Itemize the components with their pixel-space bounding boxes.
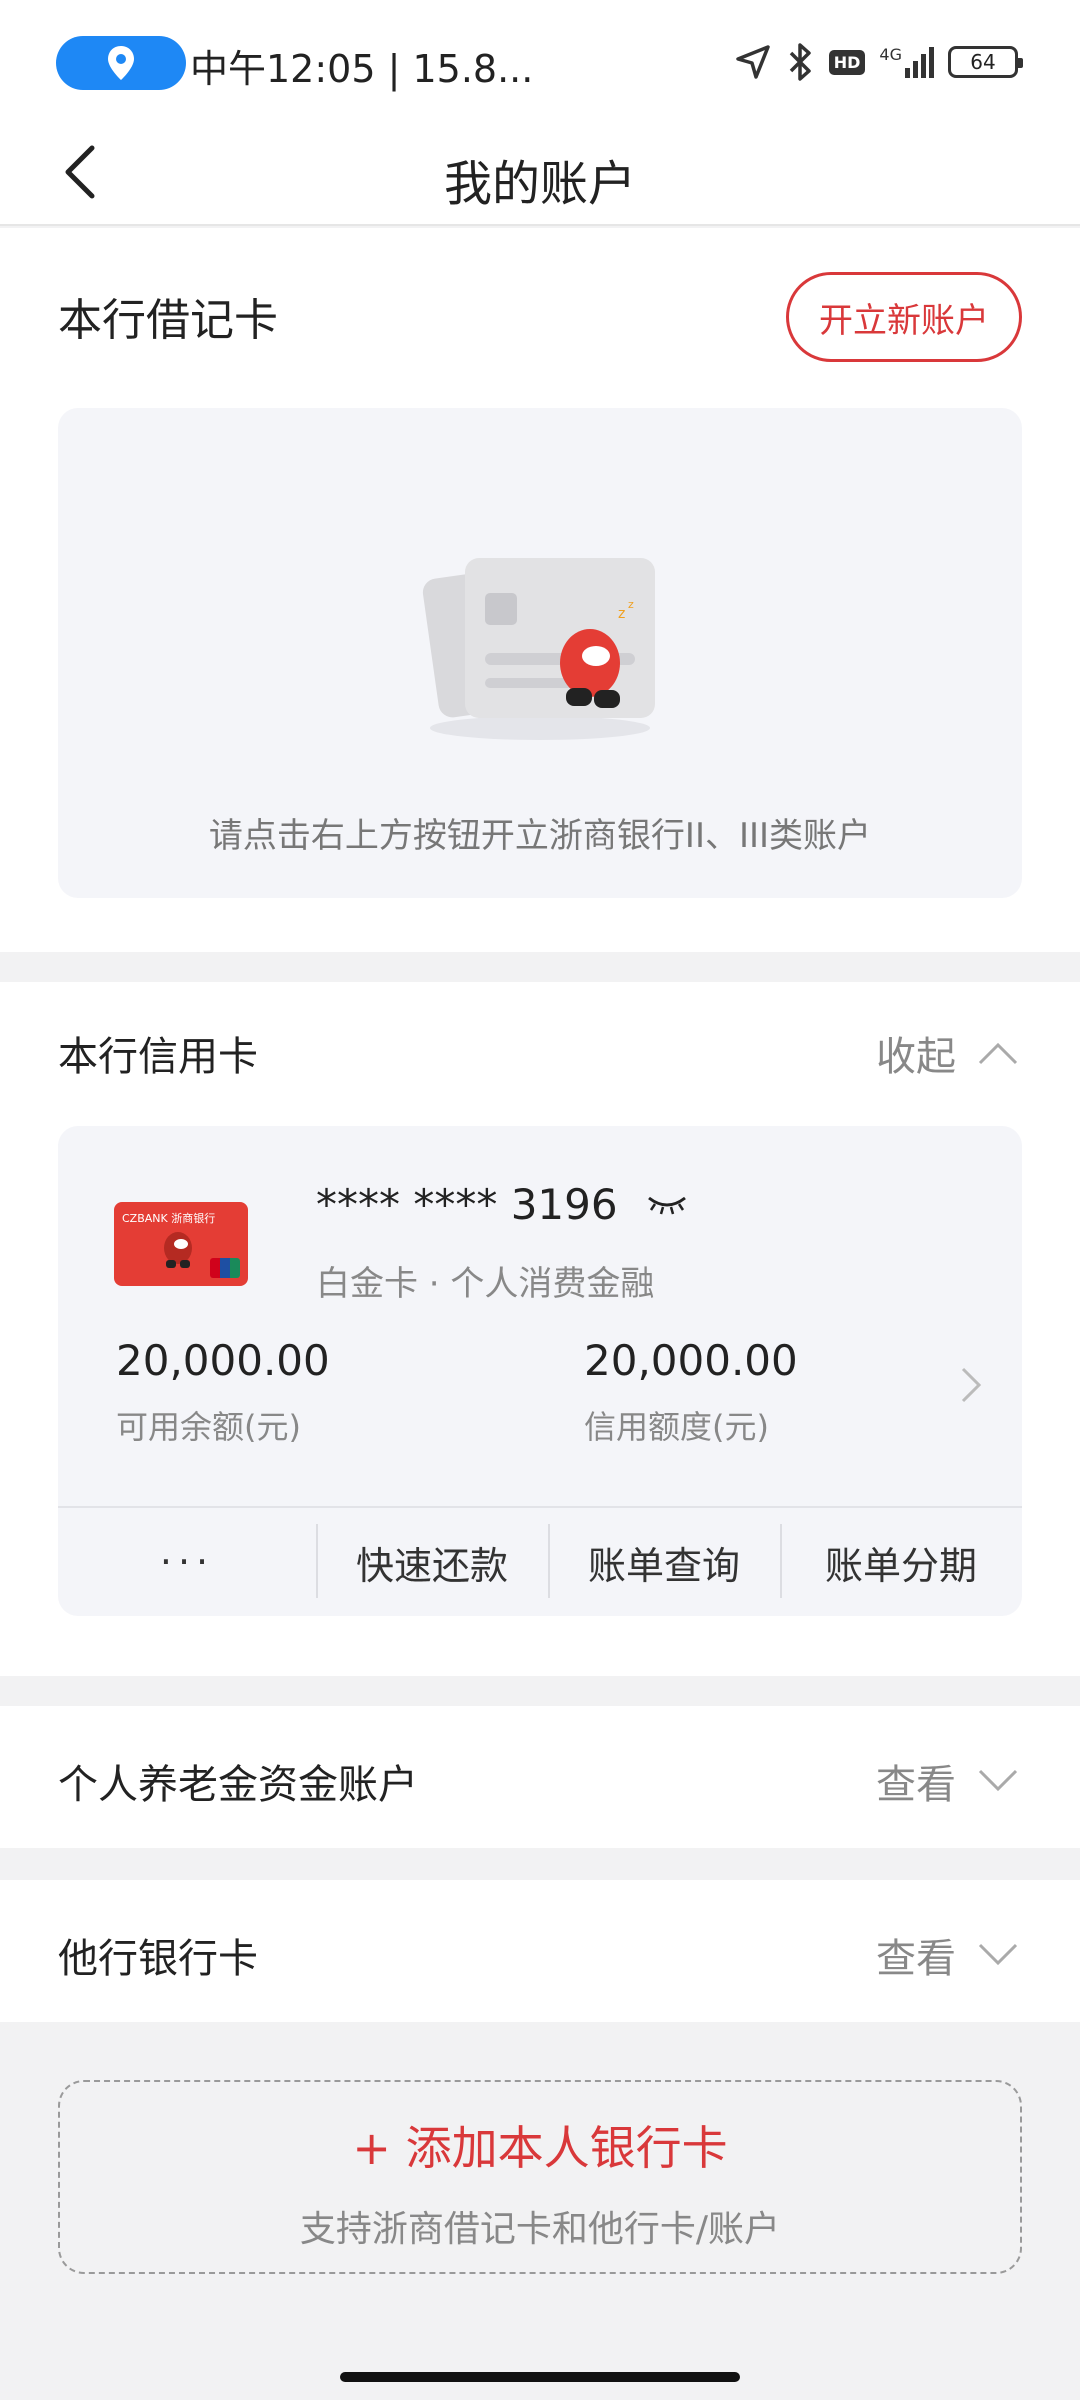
credit-toggle-label: 收起 (876, 1034, 956, 1080)
credit-card-section: 本行信用卡 收起 CZBANK 浙商银行 **** **** 3196 白金卡 … (0, 982, 1080, 1676)
pension-account-section[interactable]: 个人养老金资金账户 查看 (0, 1706, 1080, 1848)
credit-limit-amount: 20,000.00 (584, 1336, 798, 1385)
add-bank-card-subtitle: 支持浙商借记卡和他行卡/账户 (299, 2209, 781, 2250)
add-bank-card-button[interactable]: + 添加本人银行卡 支持浙商借记卡和他行卡/账户 (58, 2080, 1022, 2274)
credit-limit-label: 信用额度(元) (584, 1408, 769, 1446)
bank-card-thumbnail: CZBANK 浙商银行 (114, 1202, 248, 1286)
svg-text:z: z (628, 598, 634, 611)
status-icons: HD 4G 64 (735, 40, 1023, 84)
signal-icon: 4G (879, 44, 934, 78)
other-bank-section[interactable]: 他行银行卡 查看 (0, 1880, 1080, 2022)
debit-empty-hint: 请点击右上方按钮开立浙商银行II、III类账户 (208, 816, 872, 856)
pension-account-title: 个人养老金资金账户 (58, 1762, 418, 1808)
bluetooth-icon (789, 43, 811, 81)
navigation-arrow-icon (736, 45, 770, 79)
home-indicator[interactable] (340, 2372, 740, 2382)
card-type: 白金卡 · 个人消费金融 (316, 1264, 655, 1304)
other-bank-toggle-label: 查看 (876, 1936, 956, 1982)
status-bar: 中午12:05 | 15.8... HD 4G 64 (0, 0, 1080, 120)
card-number: **** **** 3196 (316, 1180, 688, 1229)
other-bank-view-toggle[interactable]: 查看 (876, 1926, 1018, 1984)
chevron-right-icon[interactable] (960, 1366, 982, 1404)
debit-empty-state: z z 请点击右上方按钮开立浙商银行II、III类账户 (58, 408, 1022, 898)
quick-repay-button[interactable]: 快速还款 (316, 1508, 548, 1616)
debit-card-section: 本行借记卡 开立新账户 z z 请点击右上方按钮开立浙商银行II、III类账户 (0, 228, 1080, 952)
available-balance-label: 可用余额(元) (116, 1408, 301, 1446)
unionpay-logo (210, 1258, 240, 1278)
battery-level: 64 (970, 50, 996, 74)
hd-badge: HD (828, 49, 866, 75)
pension-toggle-label: 查看 (876, 1762, 956, 1808)
nav-bar: 我的账户 (0, 120, 1080, 226)
credit-collapse-toggle[interactable]: 收起 (876, 1024, 1018, 1082)
bill-query-button[interactable]: 账单查询 (548, 1508, 780, 1616)
battery-icon: 64 (948, 46, 1023, 78)
chevron-down-icon (978, 1769, 1018, 1792)
card-illustration-icon: z z (422, 558, 655, 740)
other-bank-title: 他行银行卡 (58, 1936, 258, 1982)
location-icon (108, 46, 134, 80)
credit-section-title: 本行信用卡 (58, 1034, 258, 1080)
available-balance-amount: 20,000.00 (116, 1336, 330, 1385)
pension-view-toggle[interactable]: 查看 (876, 1752, 1018, 1810)
svg-text:z: z (618, 606, 625, 622)
bank-logo: CZBANK 浙商银行 (122, 1212, 216, 1225)
bill-installment-button[interactable]: 账单分期 (780, 1508, 1022, 1616)
add-bank-card-title: + 添加本人银行卡 (352, 2121, 728, 2175)
debit-section-title: 本行借记卡 (58, 295, 278, 346)
mascot-icon (164, 1232, 192, 1268)
network-type: 4G (879, 44, 902, 64)
eye-closed-icon[interactable] (646, 1192, 688, 1218)
chevron-down-icon (978, 1943, 1018, 1966)
location-pill[interactable] (56, 36, 186, 90)
chevron-up-icon (978, 1042, 1018, 1065)
credit-card-panel[interactable]: CZBANK 浙商银行 **** **** 3196 白金卡 · 个人消费金融 … (58, 1126, 1022, 1616)
credit-actions: ··· 快速还款 账单查询 账单分期 (58, 1506, 1022, 1616)
more-actions-button[interactable]: ··· (58, 1508, 316, 1616)
card-number-text: **** **** 3196 (316, 1180, 618, 1229)
open-new-account-button[interactable]: 开立新账户 (786, 272, 1022, 362)
status-time: 中午12:05 | 15.8... (190, 47, 534, 91)
page-title: 我的账户 (443, 156, 636, 212)
